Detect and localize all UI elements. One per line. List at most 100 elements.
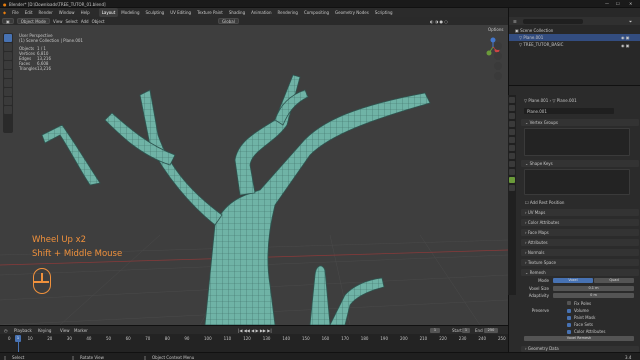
voxel-size-field[interactable]: 0.1 m [553,286,634,291]
panel-normals[interactable]: › Normals [521,249,639,256]
tab-uv-editing[interactable]: UV Editing [167,8,194,17]
rotate-tool-icon[interactable] [4,61,12,69]
transform-tool-icon[interactable] [4,79,12,87]
camera-icon[interactable] [494,62,502,70]
move-tool-icon[interactable] [4,52,12,60]
frame-tick-label: 180 [360,336,369,341]
color-attributes-checkbox[interactable] [567,329,571,334]
menu-window[interactable]: Window [56,8,78,17]
zoom-icon[interactable] [494,42,502,50]
menu-select[interactable]: Select [65,19,77,24]
minimize-button[interactable]: — [605,1,609,6]
orientation-selector[interactable]: Global [218,18,239,24]
volume-checkbox[interactable] [567,308,571,313]
modifier-tab-icon[interactable] [509,153,515,159]
panel-vertex-groups[interactable]: ⌄ Vertex Groups [521,119,639,126]
tab-layout[interactable]: Layout [98,8,119,17]
panel-color-attributes[interactable]: › Color Attributes [521,219,639,226]
outliner-item-label: Plane.001 [523,35,544,40]
physics-tab-icon[interactable] [509,169,515,175]
scene-tab-icon[interactable] [509,129,515,135]
tab-geometry-nodes[interactable]: Geometry Nodes [332,8,372,17]
view-layer-tab-icon[interactable] [509,121,515,127]
tab-texture-paint[interactable]: Texture Paint [194,8,226,17]
timeline-editor-icon[interactable]: ◷ [4,328,8,333]
pan-hand-icon[interactable] [494,52,502,60]
filter-icon[interactable]: ⏷ [629,19,632,24]
material-tab-icon[interactable] [509,185,515,191]
menu-help[interactable]: Help [78,8,93,17]
playback-controls[interactable]: |◀ ◀◀ ◀ ▶ ▶▶ ▶| [238,328,272,333]
grid-toggle-icon[interactable] [494,72,502,80]
tool-tab-icon[interactable] [509,97,515,103]
maximize-button[interactable]: ☐ [616,1,620,6]
close-button[interactable]: ✕ [629,1,632,6]
options-button[interactable]: Options [488,27,503,32]
mode-voxel-button[interactable]: Voxel [553,278,593,283]
blender-menu-icon[interactable]: ◆ [0,8,9,17]
tab-sculpting[interactable]: Sculpting [143,8,168,17]
outliner-item-tree[interactable]: ▽ TREE_TUTOR_BASIC [519,42,563,47]
outliner-root[interactable]: ▣ Scene Collection [515,28,553,33]
visibility-eye-icon[interactable]: ◉ ▣ [621,35,630,40]
world-tab-icon[interactable] [509,137,515,143]
panel-shape-keys[interactable]: ⌄ Shape Keys [521,160,639,167]
panel-attributes[interactable]: › Attributes [521,239,639,246]
mode-selector[interactable]: Object Mode [16,18,50,24]
voxel-remesh-button[interactable]: Voxel Remesh [524,336,634,341]
shape-keys-list[interactable] [524,169,630,195]
editor-type-icon[interactable]: ▣ [2,18,14,24]
outliner-editor-icon[interactable]: ☰ [513,19,517,24]
menu-add[interactable]: Add [81,19,89,24]
frame-ruler[interactable]: 0 10 20 30 40 50 60 70 80 90 100 110 120 130 140 150 160… [8,336,508,342]
particles-tab-icon[interactable] [509,161,515,167]
menu-keying[interactable]: Keying [38,328,51,333]
select-box-tool-icon[interactable] [4,34,12,42]
paint-mask-checkbox[interactable] [567,315,571,320]
cursor-tool-icon[interactable] [4,43,12,51]
panel-add-rest-position[interactable]: ☐ Add Rest Position [521,199,639,206]
menu-render[interactable]: Render [36,8,56,17]
menu-view[interactable]: View [53,19,63,24]
tab-rendering[interactable]: Rendering [275,8,301,17]
adaptivity-field[interactable]: 0 m [553,293,634,298]
measure-tool-icon[interactable] [4,97,12,105]
start-frame-field[interactable]: 1 [462,327,470,333]
voxel-size-label: Voxel Size [528,286,549,291]
current-frame-field[interactable]: 1 [430,327,440,333]
panel-texture-space[interactable]: › Texture Space [521,259,639,266]
breadcrumb-mesh: Plane.001 [556,98,577,103]
mode-quad-button[interactable]: Quad [594,278,634,283]
mesh-data-tab-icon[interactable] [509,177,515,183]
tab-modeling[interactable]: Modeling [118,8,142,17]
vertex-groups-list[interactable] [524,128,630,156]
playhead[interactable]: 1 [15,335,21,342]
add-cube-tool-icon[interactable] [4,106,12,114]
shading-buttons[interactable]: ◐ ◑ ● ○ [430,19,448,24]
mesh-name-field[interactable]: Plane.001 [524,108,614,114]
render-tab-icon[interactable] [509,105,515,111]
output-tab-icon[interactable] [509,113,515,119]
menu-playback[interactable]: Playback [14,328,32,333]
panel-uv-maps[interactable]: › UV Maps [521,209,639,216]
menu-object[interactable]: Object [92,19,105,24]
face-sets-checkbox[interactable] [567,322,571,327]
tab-animation[interactable]: Animation [248,8,274,17]
menu-marker[interactable]: Marker [74,328,88,333]
outliner-search-input[interactable] [523,19,583,24]
fix-poles-checkbox[interactable] [567,301,571,305]
tab-compositing[interactable]: Compositing [301,8,332,17]
panel-face-maps[interactable]: › Face Maps [521,229,639,236]
end-frame-field[interactable]: 250 [484,327,498,333]
tab-shading[interactable]: Shading [226,8,248,17]
tab-scripting[interactable]: Scripting [372,8,396,17]
panel-remesh[interactable]: ⌄ Remesh [521,269,639,276]
menu-edit[interactable]: Edit [22,8,36,17]
menu-view[interactable]: View [60,328,70,333]
object-tab-icon[interactable] [509,145,515,151]
scale-tool-icon[interactable] [4,70,12,78]
menu-file[interactable]: File [9,8,22,17]
visibility-eye-icon[interactable]: ◉ ▣ [621,43,630,48]
annotate-tool-icon[interactable] [4,88,12,96]
preserve-label: Preserve [531,308,549,313]
